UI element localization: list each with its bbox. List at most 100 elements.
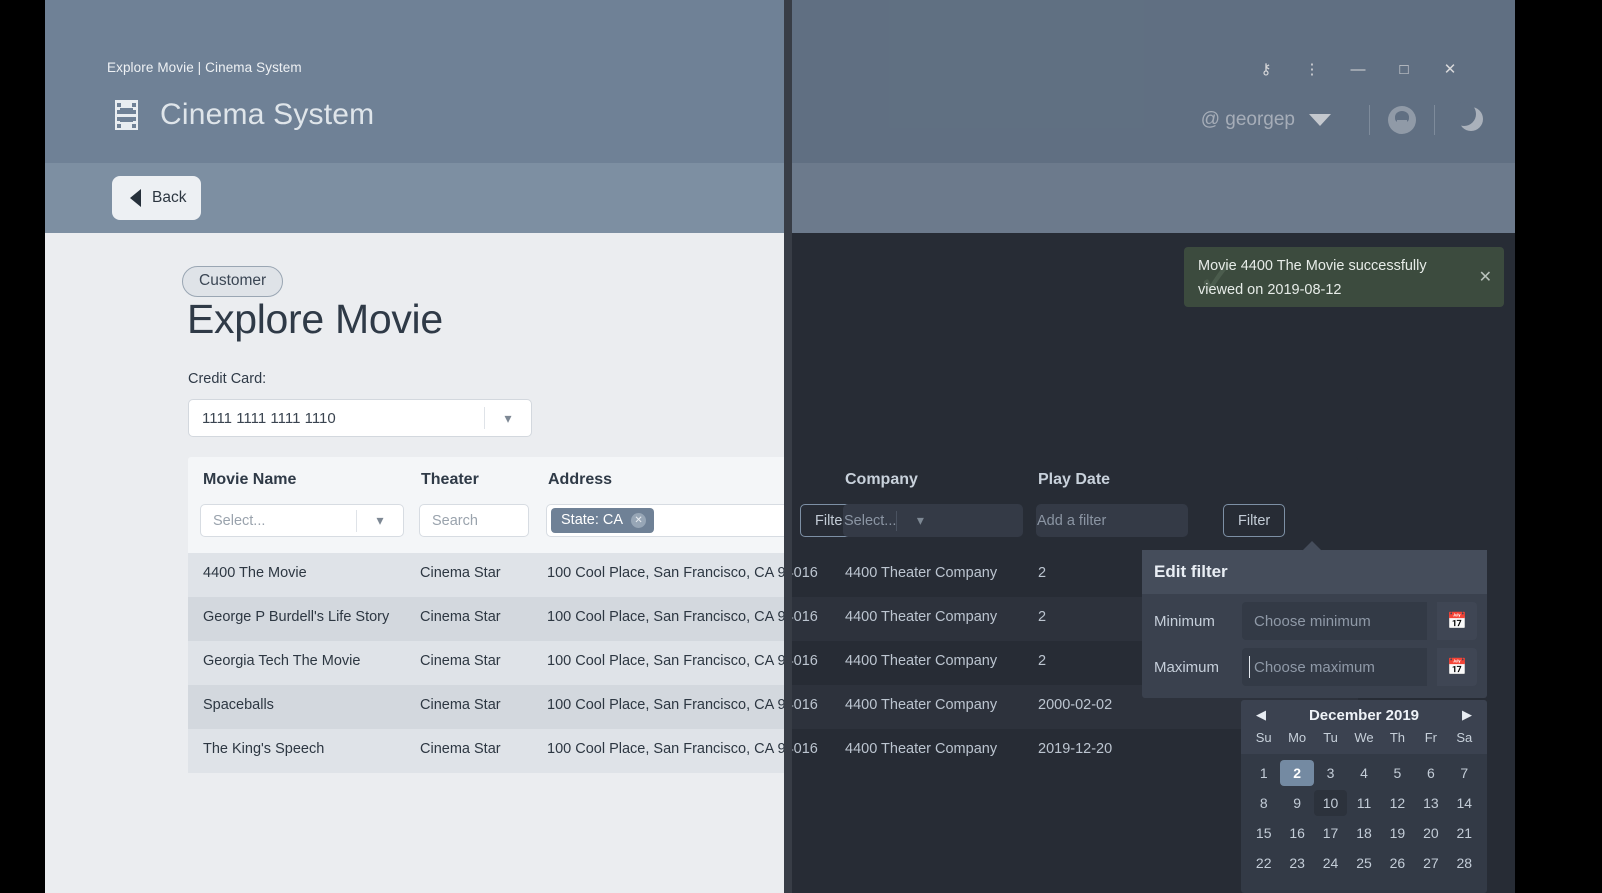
- calendar-icon[interactable]: 📅: [1437, 602, 1477, 640]
- calendar-header: ◀ December 2019 ▶ Su Mo Tu We Th Fr Sa: [1241, 700, 1487, 754]
- cell-company: 4400 Theater Company: [845, 741, 998, 757]
- calendar-day[interactable]: 14: [1448, 790, 1481, 816]
- cell-theater: Cinema Star: [420, 609, 501, 625]
- cell-play-date: 2: [1038, 609, 1047, 625]
- calendar-day[interactable]: 26: [1381, 850, 1414, 876]
- calendar-day[interactable]: 21: [1448, 820, 1481, 846]
- calendar-days-grid: 1 2 3 4 5 6 7 8 9 10 11 12 13 14 15 16 17 18 19 20 21 22 23 24 2…: [1241, 754, 1487, 876]
- theme-split-divider: [784, 0, 792, 893]
- chevron-down-icon[interactable]: ▾: [357, 512, 403, 529]
- cell-theater: Cinema Star: [420, 697, 501, 713]
- column-header-play-date: Play Date: [1038, 471, 1111, 488]
- chevron-down-icon[interactable]: ▾: [485, 410, 531, 427]
- edit-filter-title: Edit filter: [1142, 550, 1487, 594]
- minimum-label: Minimum: [1154, 612, 1215, 630]
- weekday-label: Sa: [1456, 730, 1473, 745]
- calendar-day[interactable]: 20: [1414, 820, 1447, 846]
- calendar-day[interactable]: 17: [1314, 820, 1347, 846]
- calendar-nav: ◀ December 2019 ▶: [1241, 700, 1487, 730]
- calendar-day[interactable]: 23: [1280, 850, 1313, 876]
- chevron-left-icon: [130, 189, 141, 207]
- play-date-filter-placeholder: Add a filter: [1037, 512, 1107, 529]
- address-filter-chip[interactable]: State: CA ✕: [551, 508, 655, 533]
- cell-company: 4400 Theater Company: [845, 609, 998, 625]
- play-date-filter-input[interactable]: Add a filter: [1036, 504, 1188, 537]
- cell-address: 100 Cool Place, San Francisco, CA 94016: [547, 741, 784, 757]
- calendar-day[interactable]: 10: [1313, 790, 1348, 816]
- calendar-day[interactable]: 13: [1414, 790, 1447, 816]
- movie-name-filter-placeholder: Select...: [213, 512, 266, 529]
- credit-card-value: 1111 1111 1111 1110: [202, 409, 336, 427]
- calendar-day[interactable]: 27: [1414, 850, 1447, 876]
- address-filter-chip-label: State: CA: [561, 512, 624, 528]
- table-row[interactable]: George P Burdell's Life Story Cinema Sta…: [188, 597, 784, 641]
- cell-address: 100 Cool Place, San Francisco, CA 94016: [547, 565, 784, 581]
- cell-movie-name: 4400 The Movie: [203, 565, 307, 581]
- cell-play-date: 2019-12-20: [1038, 741, 1113, 757]
- calendar-day[interactable]: 6: [1414, 760, 1447, 786]
- calendar-day[interactable]: 3: [1314, 760, 1347, 786]
- maximum-input[interactable]: Choose maximum: [1242, 648, 1427, 686]
- credit-card-select[interactable]: 1111 1111 1111 1110 ▾: [188, 399, 532, 437]
- movie-name-filter-select[interactable]: Select... ▾: [200, 504, 404, 537]
- calendar-day[interactable]: 1: [1247, 760, 1280, 786]
- cell-address: 100 Cool Place, San Francisco, CA 94016: [547, 697, 784, 713]
- calendar-day[interactable]: 19: [1381, 820, 1414, 846]
- cell-play-date: 2: [1038, 653, 1047, 669]
- play-date-filter-button[interactable]: Filter: [1223, 504, 1286, 537]
- remove-chip-icon[interactable]: ✕: [631, 512, 647, 528]
- calendar-day[interactable]: 15: [1247, 820, 1280, 846]
- weekday-label: Mo: [1288, 730, 1307, 745]
- calendar-day[interactable]: 16: [1280, 820, 1313, 846]
- toast-notification: ✓ Movie 4400 The Movie successfully view…: [1184, 247, 1504, 307]
- company-filter-select[interactable]: Select... ▾: [843, 504, 1023, 537]
- cell-address: 100 Cool Place, San Francisco, CA 94016: [547, 609, 784, 625]
- calendar-icon[interactable]: 📅: [1437, 648, 1477, 686]
- screen: Explore Movie | Cinema System Cinema Sys…: [0, 0, 1602, 893]
- calendar-day[interactable]: 8: [1247, 790, 1280, 816]
- calendar-day[interactable]: 24: [1314, 850, 1347, 876]
- calendar-day[interactable]: 2: [1280, 760, 1314, 786]
- calendar-day[interactable]: 11: [1347, 790, 1380, 816]
- table-row[interactable]: Georgia Tech The Movie Cinema Star 100 C…: [188, 641, 784, 685]
- address-filter-input[interactable]: State: CA ✕: [546, 504, 784, 537]
- calendar-day[interactable]: 22: [1247, 850, 1280, 876]
- table-row[interactable]: Spaceballs Cinema Star 100 Cool Place, S…: [188, 685, 784, 729]
- credit-card-label: Credit Card:: [188, 371, 267, 387]
- weekday-label: Su: [1255, 730, 1272, 745]
- back-button[interactable]: Back: [112, 176, 201, 220]
- close-icon[interactable]: ✕: [1479, 267, 1492, 287]
- calendar-day[interactable]: 12: [1381, 790, 1414, 816]
- chevron-down-icon[interactable]: ▾: [897, 512, 943, 529]
- column-header-theater: Theater: [421, 471, 479, 488]
- calendar-day[interactable]: 25: [1347, 850, 1380, 876]
- maximum-label: Maximum: [1154, 658, 1220, 676]
- calendar-day[interactable]: 18: [1347, 820, 1380, 846]
- film-strip-icon: [111, 100, 142, 130]
- weekday-label: Fr: [1424, 730, 1437, 745]
- table-header: Movie Name Theater Address Select... ▾ S…: [188, 457, 784, 553]
- calendar-weekday-row: Su Mo Tu We Th Fr Sa: [1241, 730, 1487, 745]
- calendar-day[interactable]: 7: [1448, 760, 1481, 786]
- calendar-day[interactable]: 4: [1347, 760, 1380, 786]
- cell-movie-name: The King's Speech: [203, 741, 325, 757]
- edit-filter-popup: Edit filter Minimum Choose minimum 📅 Max…: [1142, 541, 1487, 698]
- column-header-company: Company: [845, 471, 918, 488]
- page-title: Explore Movie: [187, 296, 443, 342]
- table-row[interactable]: The King's Speech Cinema Star 100 Cool P…: [188, 729, 784, 773]
- cell-movie-name: Georgia Tech The Movie: [203, 653, 361, 669]
- theater-search-input[interactable]: Search: [419, 504, 529, 537]
- cell-company: 4400 Theater Company: [845, 653, 998, 669]
- table-row[interactable]: 4400 The Movie Cinema Star 100 Cool Plac…: [188, 553, 784, 597]
- next-month-icon[interactable]: ▶: [1462, 707, 1472, 723]
- minimum-input[interactable]: Choose minimum: [1242, 602, 1427, 640]
- date-picker-calendar: ◀ December 2019 ▶ Su Mo Tu We Th Fr Sa 1…: [1241, 700, 1487, 893]
- prev-month-icon[interactable]: ◀: [1256, 707, 1266, 723]
- cell-theater: Cinema Star: [420, 565, 501, 581]
- calendar-day[interactable]: 9: [1280, 790, 1313, 816]
- window-title: Explore Movie | Cinema System: [107, 60, 302, 75]
- brand: Cinema System: [111, 98, 374, 132]
- app-window: Explore Movie | Cinema System Cinema Sys…: [45, 0, 1515, 893]
- calendar-day[interactable]: 28: [1448, 850, 1481, 876]
- calendar-day[interactable]: 5: [1381, 760, 1414, 786]
